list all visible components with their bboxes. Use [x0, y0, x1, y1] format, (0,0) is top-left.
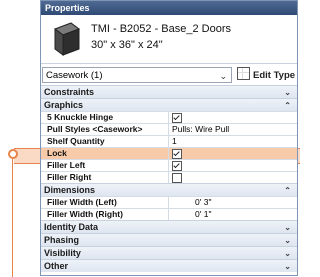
group-label: Visibility [44, 248, 81, 258]
property-row-filler-left[interactable]: Filler Left [41, 159, 297, 171]
checkbox[interactable] [172, 113, 182, 123]
property-row-hinge[interactable]: 5 Knuckle Hinge [41, 111, 297, 123]
group-label: Other [44, 261, 69, 271]
checkbox[interactable] [172, 149, 182, 159]
callout-line [12, 159, 13, 277]
edit-type-icon [237, 67, 250, 80]
property-row-shelf-quantity[interactable]: Shelf Quantity 1 [41, 135, 297, 147]
property-label: Pull Styles <Casework> [47, 124, 143, 134]
group-dimensions[interactable]: Dimensions ⌃ [41, 183, 297, 196]
checkbox[interactable] [172, 161, 182, 171]
group-visibility[interactable]: Visibility ⌄ [41, 246, 297, 259]
edit-type-label: Edit Type [253, 70, 296, 81]
type-preview[interactable]: TMI - B2052 - Base_2 Doors 30" x 36" x 2… [41, 15, 297, 64]
property-row-lock[interactable]: Lock [41, 147, 297, 159]
property-value[interactable]: 1 [168, 136, 296, 147]
group-label: Constraints [44, 87, 95, 97]
property-label: Shelf Quantity [47, 136, 105, 146]
chevron-down-icon: ⌄ [219, 71, 227, 81]
type-name: TMI - B2052 - Base_2 Doors [91, 23, 232, 35]
group-phasing[interactable]: Phasing ⌄ [41, 233, 297, 246]
property-row-filler-width-left[interactable]: Filler Width (Left) 0' 3" [41, 196, 297, 208]
property-label: Filler Right [47, 172, 92, 182]
property-label: Filler Width (Right) [47, 209, 123, 219]
category-value: Casework (1) [46, 70, 103, 81]
group-label: Dimensions [44, 185, 96, 195]
property-label: 5 Knuckle Hinge [47, 112, 114, 122]
property-label: Filler Left [47, 160, 86, 170]
expand-icon: ⌄ [284, 262, 291, 271]
property-label: Lock [47, 148, 67, 158]
group-constraints[interactable]: Constraints ⌄ [41, 85, 297, 98]
group-label: Graphics [44, 100, 84, 110]
property-value[interactable]: Pulls: Wire Pull [168, 124, 296, 135]
group-label: Identity Data [44, 222, 99, 232]
group-graphics[interactable]: Graphics ⌃ [41, 98, 297, 111]
group-other[interactable]: Other ⌄ [41, 259, 297, 272]
type-dimensions: 30" x 36" x 24" [91, 39, 163, 51]
checkbox[interactable] [172, 173, 182, 183]
callout-dot [8, 149, 18, 159]
properties-panel: Properties TMI - B2052 - Base_2 Doors 30… [40, 0, 298, 276]
group-label: Phasing [44, 235, 80, 245]
cabinet-cube-icon [53, 22, 81, 56]
group-identity-data[interactable]: Identity Data ⌄ [41, 220, 297, 233]
property-value[interactable]: 0' 1" [168, 209, 296, 220]
property-row-pull-styles[interactable]: Pull Styles <Casework> Pulls: Wire Pull [41, 123, 297, 135]
selector-row: Casework (1) ⌄ Edit Type [41, 67, 297, 85]
edit-type-button[interactable]: Edit Type [237, 67, 295, 83]
panel-title: Properties [41, 1, 297, 15]
property-value[interactable]: 0' 3" [168, 197, 296, 208]
property-row-filler-width-right[interactable]: Filler Width (Right) 0' 1" [41, 208, 297, 220]
category-dropdown[interactable]: Casework (1) ⌄ [42, 67, 232, 83]
property-row-filler-right[interactable]: Filler Right [41, 171, 297, 183]
property-label: Filler Width (Left) [47, 197, 117, 207]
